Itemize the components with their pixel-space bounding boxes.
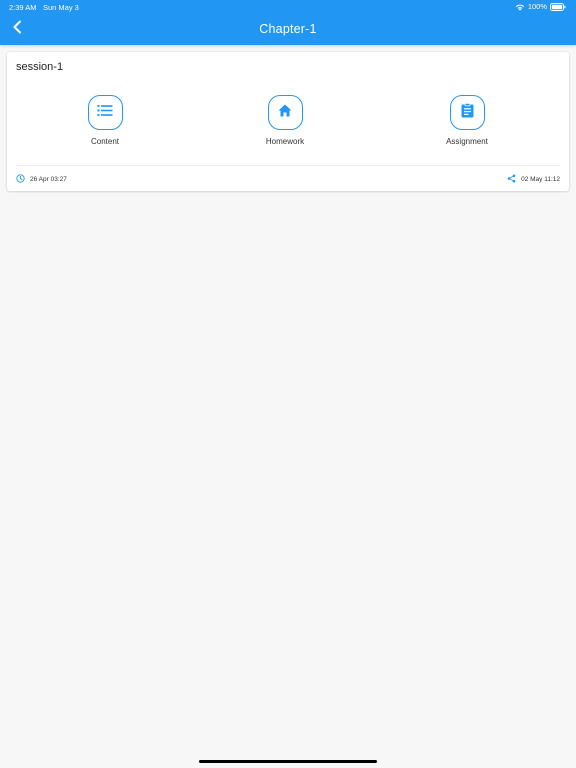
home-indicator[interactable] (199, 760, 377, 763)
status-bar: 2:39 AM Sun May 3 100% (0, 0, 576, 14)
content-label: Content (90, 137, 120, 146)
status-date: Sun May 3 (43, 3, 79, 12)
page-title: Chapter-1 (259, 22, 317, 36)
session-title: session-1 (16, 61, 64, 73)
status-right: 100% (515, 2, 566, 11)
list-icon (97, 104, 113, 122)
created-date: 26 Apr 03:27 (16, 174, 67, 185)
assignment-icon-circle[interactable] (449, 95, 485, 130)
homework-icon-circle[interactable] (267, 95, 303, 130)
homework-button[interactable]: Homework (245, 95, 325, 146)
home-icon (278, 104, 292, 122)
session-card: session-1 Content Homework Assignment 26… (7, 52, 569, 191)
assignment-button[interactable]: Assignment (427, 95, 507, 146)
homework-label: Homework (265, 137, 305, 146)
content-icon-circle[interactable] (87, 95, 123, 130)
shared-date-text: 02 May 11:12 (521, 176, 560, 183)
assignment-label: Assignment (446, 137, 488, 146)
share-icon[interactable] (507, 174, 516, 185)
created-date-text: 26 Apr 03:27 (30, 176, 67, 183)
status-time: 2:39 AM (9, 3, 37, 12)
battery-icon (550, 2, 566, 11)
wifi-icon (515, 3, 525, 11)
top-app-bar: 2:39 AM Sun May 3 100% Chapter-1 (0, 0, 576, 45)
card-divider (16, 165, 560, 166)
shared-date: 02 May 11:12 (507, 174, 560, 185)
clock-icon (16, 174, 25, 185)
clipboard-icon (461, 102, 474, 123)
content-button[interactable]: Content (65, 95, 145, 146)
battery-percent: 100% (527, 2, 547, 11)
